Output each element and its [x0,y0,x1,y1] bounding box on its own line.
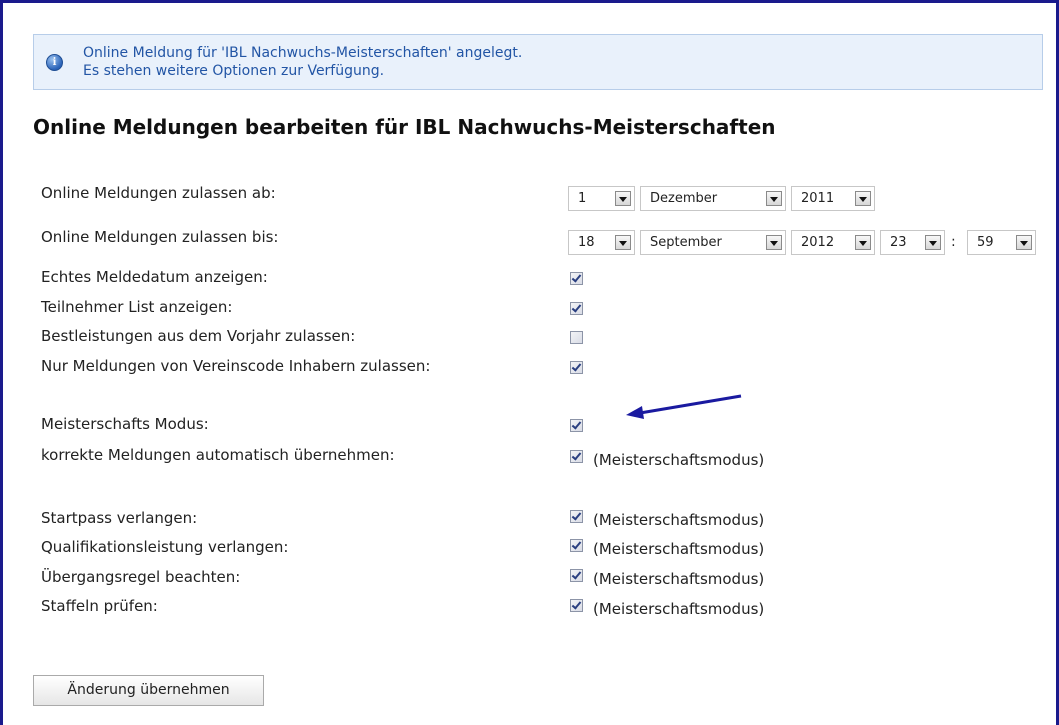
chevron-down-icon [766,235,782,250]
chevron-down-icon [766,191,782,206]
until-day-value: 18 [578,235,595,250]
relay-check-note: (Meisterschaftsmodus) [593,600,765,618]
from-year-value: 2011 [801,191,835,206]
time-separator: : [951,234,956,250]
show-date-checkbox[interactable] [570,272,583,285]
transition-rule-checkbox[interactable] [570,569,583,582]
info-line-1: Online Meldung für 'IBL Nachwuchs-Meiste… [83,45,523,61]
option-label-club-code: Nur Meldungen von Vereinscode Inhabern z… [41,357,431,375]
startpass-note: (Meisterschaftsmodus) [593,511,765,529]
arrow-annotation [626,394,742,419]
until-month-select[interactable]: September [640,230,786,255]
auto-accept-checkbox[interactable] [570,450,583,463]
participant-list-checkbox[interactable] [570,302,583,315]
relay-check-label: Staffeln prüfen: [41,597,158,615]
info-text: Online Meldung für 'IBL Nachwuchs-Meiste… [83,44,522,80]
until-month-value: September [650,235,722,250]
championship-mode-checkbox[interactable] [570,419,583,432]
chevron-down-icon [855,235,871,250]
chevron-down-icon [615,191,631,206]
from-month-select[interactable]: Dezember [640,186,786,211]
chevron-down-icon [1016,235,1032,250]
chevron-down-icon [615,235,631,250]
page-title: Online Meldungen bearbeiten für IBL Nach… [33,115,776,139]
from-month-value: Dezember [650,191,718,206]
until-year-select[interactable]: 2012 [791,230,875,255]
qualification-note: (Meisterschaftsmodus) [593,540,765,558]
info-line-2: Es stehen weitere Optionen zur Verfügung… [83,63,385,79]
from-label: Online Meldungen zulassen ab: [41,184,276,202]
until-day-select[interactable]: 18 [568,230,635,255]
relay-check-checkbox[interactable] [570,599,583,612]
arrow-line [639,394,742,415]
option-label-participant-list: Teilnehmer List anzeigen: [41,298,233,316]
option-label-show-date: Echtes Meldedatum anzeigen: [41,268,268,286]
until-year-value: 2012 [801,235,835,250]
club-code-checkbox[interactable] [570,361,583,374]
until-minute-select[interactable]: 59 [967,230,1036,255]
until-hour-value: 23 [890,235,907,250]
qualification-checkbox[interactable] [570,539,583,552]
from-day-select[interactable]: 1 [568,186,635,211]
arrow-head [626,406,644,419]
championship-mode-label: Meisterschafts Modus: [41,415,209,433]
until-label: Online Meldungen zulassen bis: [41,228,279,246]
previous-year-checkbox[interactable] [570,331,583,344]
qualification-label: Qualifikationsleistung verlangen: [41,538,289,556]
option-label-previous-year: Bestleistungen aus dem Vorjahr zulassen: [41,327,356,345]
until-minute-value: 59 [977,235,994,250]
auto-accept-label: korrekte Meldungen automatisch übernehme… [41,446,395,464]
startpass-checkbox[interactable] [570,510,583,523]
chevron-down-icon [855,191,871,206]
auto-accept-note: (Meisterschaftsmodus) [593,451,765,469]
info-icon: i [46,54,63,71]
startpass-label: Startpass verlangen: [41,509,198,527]
transition-rule-label: Übergangsregel beachten: [41,568,241,586]
submit-button[interactable]: Änderung übernehmen [33,675,264,706]
info-message: i Online Meldung für 'IBL Nachwuchs-Meis… [33,34,1043,90]
from-day-value: 1 [578,191,587,206]
from-year-select[interactable]: 2011 [791,186,875,211]
until-hour-select[interactable]: 23 [880,230,945,255]
transition-rule-note: (Meisterschaftsmodus) [593,570,765,588]
chevron-down-icon [925,235,941,250]
